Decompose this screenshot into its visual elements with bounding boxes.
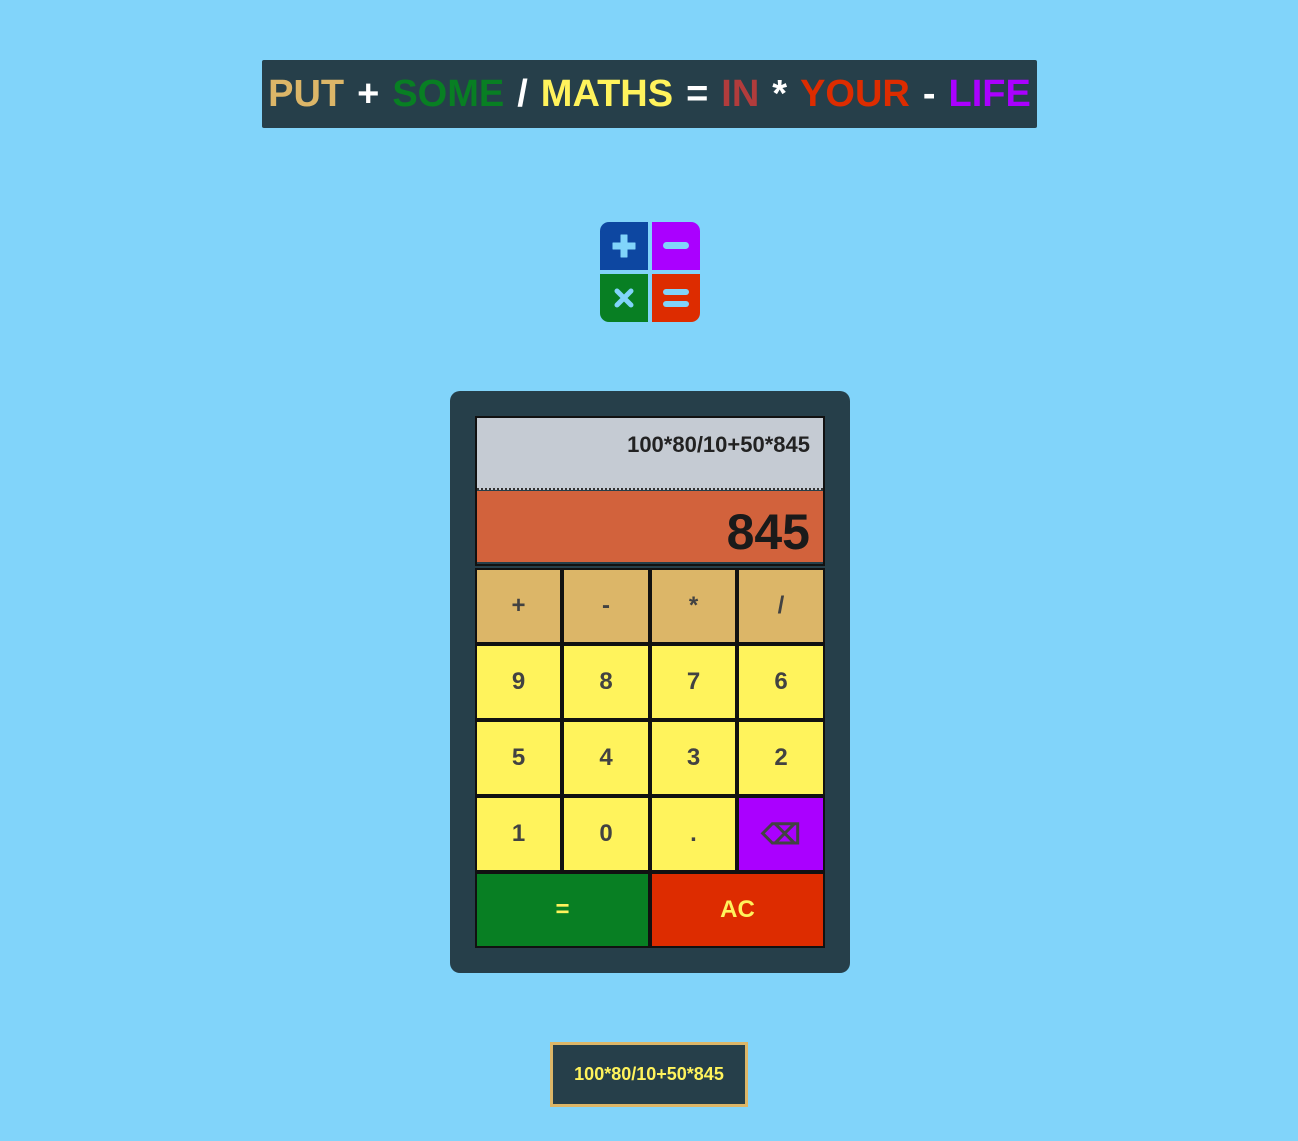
calculator-logo — [600, 222, 700, 322]
digit-2-button[interactable]: 2 — [737, 720, 825, 796]
equals-icon — [652, 274, 700, 322]
subtract-button[interactable]: - — [562, 568, 650, 644]
title-word-your: YOUR — [800, 72, 910, 115]
digit-5-button[interactable]: 5 — [475, 720, 562, 796]
calculator-display: 100*80/10+50*845 845 — [475, 416, 825, 566]
history-entry[interactable]: 100*80/10+50*845 — [550, 1042, 748, 1107]
divide-button[interactable]: / — [737, 568, 825, 644]
calculator: 100*80/10+50*845 845 + - * / 9 8 7 6 5 4… — [450, 391, 850, 973]
page-title: PUT + SOME / MATHS = IN * YOUR - LIFE — [262, 60, 1037, 128]
multiply-button[interactable]: * — [650, 568, 737, 644]
decimal-point-button[interactable]: . — [650, 796, 737, 872]
result-display: 845 — [477, 491, 823, 562]
title-word-in: IN — [721, 72, 760, 115]
plus-icon — [600, 222, 648, 270]
clear-button[interactable]: AC — [650, 872, 825, 948]
digit-3-button[interactable]: 3 — [650, 720, 737, 796]
title-sep-equals: = — [686, 72, 709, 115]
equals-button[interactable]: = — [475, 872, 650, 948]
minus-icon — [652, 222, 700, 270]
backspace-button[interactable]: ⌫ — [737, 796, 825, 872]
title-word-maths: MATHS — [540, 72, 674, 115]
digit-0-button[interactable]: 0 — [562, 796, 650, 872]
digit-7-button[interactable]: 7 — [650, 644, 737, 720]
title-sep-slash: / — [517, 72, 528, 115]
digit-6-button[interactable]: 6 — [737, 644, 825, 720]
title-sep-plus: + — [357, 72, 380, 115]
title-word-put: PUT — [268, 72, 345, 115]
digit-8-button[interactable]: 8 — [562, 644, 650, 720]
title-sep-star: * — [772, 72, 788, 115]
title-word-some: SOME — [392, 72, 505, 115]
digit-4-button[interactable]: 4 — [562, 720, 650, 796]
times-icon — [600, 274, 648, 322]
title-word-life: LIFE — [948, 72, 1031, 115]
title-sep-minus: - — [922, 72, 936, 115]
add-button[interactable]: + — [475, 568, 562, 644]
digit-1-button[interactable]: 1 — [475, 796, 562, 872]
expression-display: 100*80/10+50*845 — [477, 418, 823, 490]
digit-9-button[interactable]: 9 — [475, 644, 562, 720]
